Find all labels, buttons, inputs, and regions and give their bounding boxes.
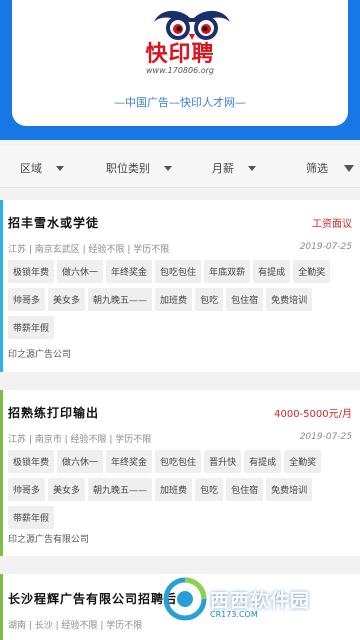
job-tag: 包吃包住: [155, 260, 202, 283]
job-title: 长沙程辉广告有限公司招聘后: [8, 592, 178, 606]
job-tag: 加班费: [155, 478, 193, 501]
job-tag: 有提成: [244, 450, 282, 473]
chevron-down-icon: [248, 165, 256, 171]
card-accent: [0, 574, 3, 640]
logo-url: www.170806.org: [145, 66, 214, 75]
job-tag: 有提成: [253, 260, 291, 283]
filter-job-category[interactable]: 职位类别: [106, 160, 172, 176]
filter-region-label: 区域: [20, 162, 42, 175]
job-date: 2019-07-25: [299, 242, 352, 252]
job-salary: 工资面议: [312, 219, 352, 230]
watermark-logo-icon: [163, 577, 207, 621]
job-tag: 朝九晚五——: [88, 288, 153, 311]
job-meta: 湖南 | 长沙 | 经验不限 | 学历不限: [8, 621, 143, 631]
funnel-icon: [344, 164, 354, 172]
job-company: 印之源广告公司: [8, 350, 72, 360]
job-card[interactable]: 招丰雪水或学徒 工资面议 江苏 | 南京玄武区 | 经验不限 | 学历不限 20…: [0, 200, 360, 372]
job-tag: 年终奖金: [106, 450, 153, 473]
chevron-down-icon: [56, 165, 64, 171]
filter-more-label: 筛选: [306, 162, 328, 175]
job-tag: 美女多: [48, 288, 86, 311]
job-tag: 帅哥多: [8, 288, 46, 311]
filter-bar: 区域 职位类别 月薪 筛选: [0, 146, 360, 188]
job-meta: 江苏 | 南京市 | 经验不限 | 学历不限: [8, 435, 152, 445]
job-tag: 带薪年假: [8, 506, 55, 529]
filter-region[interactable]: 区域: [20, 160, 64, 176]
job-company: 印之源广告有限公司: [8, 535, 90, 545]
job-meta: 江苏 | 南京玄武区 | 经验不限 | 学历不限: [8, 245, 170, 255]
job-tag: 晋升快: [204, 450, 242, 473]
job-tag: 免费培训: [266, 288, 313, 311]
job-tag: 帅哥多: [8, 478, 46, 501]
job-tag: 包住宿: [226, 288, 264, 311]
slogan: —中国广告—快印人才网—: [114, 96, 246, 109]
job-title: 招丰雪水或学徒: [8, 216, 100, 230]
job-tag: 极锁年费: [8, 260, 55, 283]
app-header: 快印聘 www.170806.org —中国广告—快印人才网—: [0, 0, 360, 140]
job-tags: 极锁年费 做六休一 年终奖金 包吃包住 年底双薪 有提成 全勤奖帅哥多 美女多 朝九晚五—— 加班…: [8, 260, 353, 344]
logo-text: 快印聘: [145, 41, 215, 67]
job-tag: 年终奖金: [106, 260, 153, 283]
logo-card: 快印聘 www.170806.org —中国广告—快印人才网—: [12, 0, 348, 126]
job-tag: 包住宿: [226, 478, 264, 501]
job-tag: 带薪年假: [8, 316, 55, 339]
job-tag: 做六休一: [57, 450, 104, 473]
job-card[interactable]: 招熟练打印输出 4000-5000元/月 江苏 | 南京市 | 经验不限 | 学…: [0, 390, 360, 556]
job-tag: 包吃: [195, 288, 224, 311]
watermark-sub: CR173.COM: [210, 610, 258, 619]
watermark-text: 西西软件园: [210, 590, 311, 612]
job-tag: 极锁年费: [8, 450, 55, 473]
job-tag: 包吃包住: [155, 450, 202, 473]
job-tag: 包吃: [195, 478, 224, 501]
filter-salary-label: 月薪: [212, 162, 234, 175]
filter-salary[interactable]: 月薪: [212, 160, 256, 176]
job-title: 招熟练打印输出: [8, 406, 100, 420]
job-date: 2019-07-25: [299, 432, 352, 442]
job-tag: 美女多: [48, 478, 86, 501]
chevron-down-icon: [164, 165, 172, 171]
job-tag: 加班费: [155, 288, 193, 311]
job-tag: 全勤奖: [293, 260, 331, 283]
card-accent: [0, 390, 3, 556]
job-tag: 免费培训: [266, 478, 313, 501]
job-tag: 做六休一: [57, 260, 104, 283]
job-tag: 朝九晚五——: [88, 478, 153, 501]
filter-more[interactable]: 筛选: [306, 160, 354, 176]
job-tag: 年底双薪: [204, 260, 251, 283]
job-tags: 极锁年费 做六休一 年终奖金 包吃包住 晋升快 有提成 全勤奖帅哥多 美女多 朝九晚五—— 加班费…: [8, 450, 353, 534]
card-accent: [0, 200, 3, 372]
job-tag: 全勤奖: [284, 450, 322, 473]
filter-job-category-label: 职位类别: [106, 162, 150, 175]
watermark: 西西软件园 CR173.COM: [162, 576, 358, 626]
job-salary: 4000-5000元/月: [274, 409, 352, 420]
